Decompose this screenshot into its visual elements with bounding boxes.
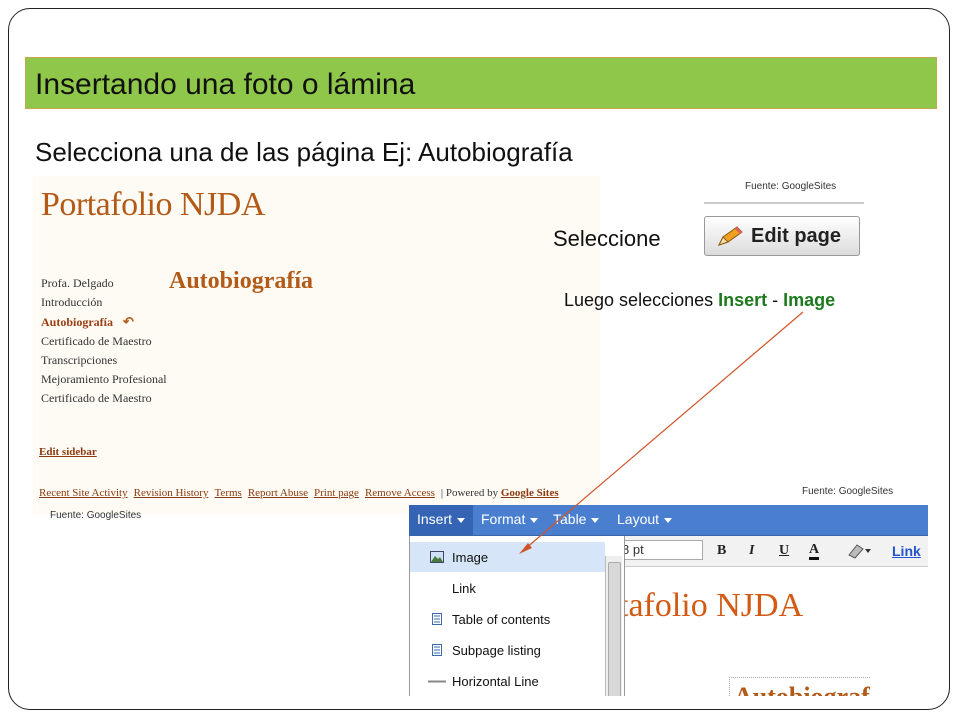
pointer-arrow xyxy=(519,311,804,554)
